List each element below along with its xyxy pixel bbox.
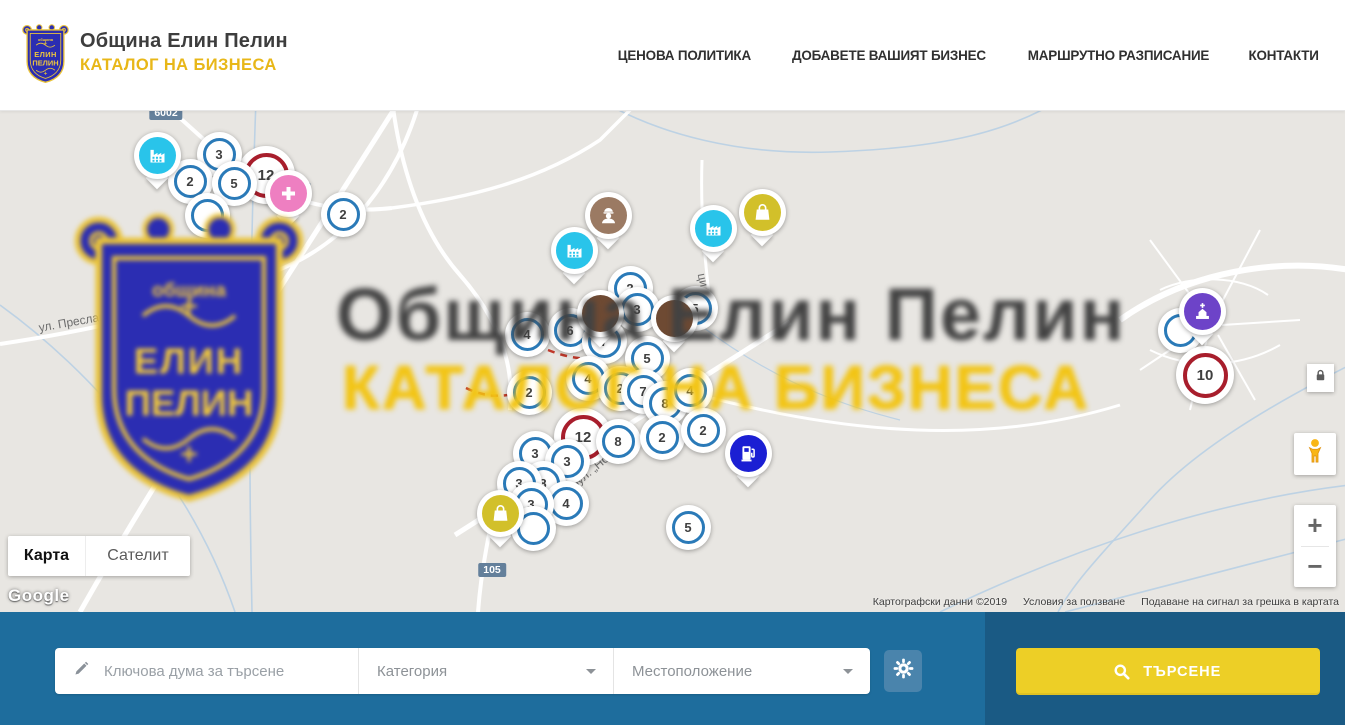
category-value: Категория [377,663,447,680]
zoom-control: + − [1294,505,1336,587]
cluster-count [191,199,224,232]
cluster-count: 10 [1183,353,1228,398]
cluster-count: 2 [327,198,360,231]
church-icon [1184,293,1221,330]
municipality-logo[interactable]: община ЕЛИН ПЕЛИН [22,24,69,84]
cluster-count: 2 [646,421,679,454]
road-number-badge: 105 [478,563,506,577]
map-cluster[interactable]: 2 [681,408,726,453]
map-pin-church[interactable] [1179,288,1226,335]
cluster-count: 2 [513,376,546,409]
nav-contacts[interactable]: КОНТАКТИ [1248,47,1318,63]
search-button[interactable]: ТЪРСЕНЕ [1016,648,1320,695]
map-cluster[interactable] [185,193,230,238]
medical-plus-icon [270,175,307,212]
category-select[interactable]: Категория [358,648,613,694]
unknown-icon [656,300,693,337]
cluster-count: 4 [674,374,707,407]
brand-title: Община Елин Пелин [80,30,288,53]
brand-subtitle: КАТАЛОГ НА БИЗНЕСА [80,56,288,75]
google-logo[interactable]: Google [8,586,70,606]
cluster-count: 2 [687,414,720,447]
pegman-icon [1301,437,1329,472]
map-attribution: Картографски данни ©2019 Условия за полз… [873,596,1339,608]
map-pin-worker[interactable] [585,192,632,239]
unknown-icon [582,295,619,332]
map-cluster[interactable]: 2 [321,192,366,237]
main-nav: ЦЕНОВА ПОЛИТИКА ДОБАВЕТЕ ВАШИЯТ БИЗНЕС М… [615,0,1320,110]
map-cluster[interactable]: 10 [1176,346,1234,404]
keyword-field [55,648,358,694]
cluster-count: 4 [511,318,544,351]
lock-button[interactable] [1307,364,1334,392]
attribution-copyright: Картографски данни ©2019 [873,596,1007,608]
map-cluster[interactable]: 2 [507,370,552,415]
map-cluster[interactable]: 4 [668,368,713,413]
map-pin-factory[interactable] [134,132,181,179]
cluster-count: 8 [602,425,635,458]
map-pin-plus[interactable] [265,170,312,217]
svg-text:ЕЛИН: ЕЛИН [34,50,56,59]
nav-route-schedule[interactable]: МАРШРУТНО РАЗПИСАНИЕ [1028,47,1209,63]
map-pin-bag[interactable] [739,189,786,236]
zoom-out-button[interactable]: − [1294,547,1336,588]
terms-link[interactable]: Условия за ползване [1023,596,1125,608]
map-cluster[interactable]: 4 [505,312,550,357]
map-cluster[interactable]: 8 [596,419,641,464]
map-pin-bag[interactable] [477,490,524,537]
gear-icon [893,658,914,684]
map-cluster[interactable]: 5 [666,505,711,550]
cluster-count: 3 [621,293,654,326]
advanced-search-button[interactable] [884,650,922,692]
factory-icon [695,210,732,247]
fuel-pump-icon [730,435,767,472]
chevron-down-icon [586,669,596,674]
search-button-label: ТЪРСЕНЕ [1143,663,1221,680]
zoom-in-button[interactable]: + [1294,505,1336,546]
map-type-satellite-button[interactable]: Сателит [85,536,190,576]
chevron-down-icon [843,669,853,674]
svg-text:ПЕЛИН: ПЕЛИН [32,59,58,68]
shopping-bag-icon [482,495,519,532]
header: община ЕЛИН ПЕЛИН Община Елин Пелин КАТА… [0,0,1345,111]
map-pin-fuel[interactable] [725,430,772,477]
nav-add-business[interactable]: ДОБАВЕТЕ ВАШИЯТ БИЗНЕС [792,47,986,63]
map-pin-none[interactable] [651,295,698,342]
road-number-badge: 6002 [149,110,182,120]
svg-text:община: община [38,37,54,42]
pencil-icon [73,660,90,682]
map-canvas[interactable]: 123252235467542784212822338343510 600210… [0,110,1345,612]
cluster-count: 4 [550,487,583,520]
shopping-bag-icon [744,194,781,231]
map-pin-factory[interactable] [690,205,737,252]
map-type-map-button[interactable]: Карта [8,536,85,576]
pegman-streetview-button[interactable] [1294,433,1336,475]
lock-icon [1313,368,1328,388]
search-icon [1113,663,1131,681]
search-fields-group: Категория Местоположение [55,648,870,694]
brand-block[interactable]: Община Елин Пелин КАТАЛОГ НА БИЗНЕСА [80,30,288,75]
cluster-count: 5 [218,167,251,200]
location-select[interactable]: Местоположение [613,648,870,694]
map-pin-none[interactable] [577,290,624,337]
map-cluster[interactable]: 2 [640,415,685,460]
report-error-link[interactable]: Подаване на сигнал за грешка в картата [1141,596,1339,608]
cluster-count: 5 [672,511,705,544]
nav-pricing[interactable]: ЦЕНОВА ПОЛИТИКА [618,47,751,63]
page: 123252235467542784212822338343510 600210… [0,0,1345,725]
map-type-control: Карта Сателит [8,536,190,576]
worker-icon [590,197,627,234]
location-value: Местоположение [632,663,752,680]
keyword-input[interactable] [102,662,336,681]
search-bar: Категория Местоположение ТЪРСЕНЕ [0,612,1345,725]
factory-icon [139,137,176,174]
